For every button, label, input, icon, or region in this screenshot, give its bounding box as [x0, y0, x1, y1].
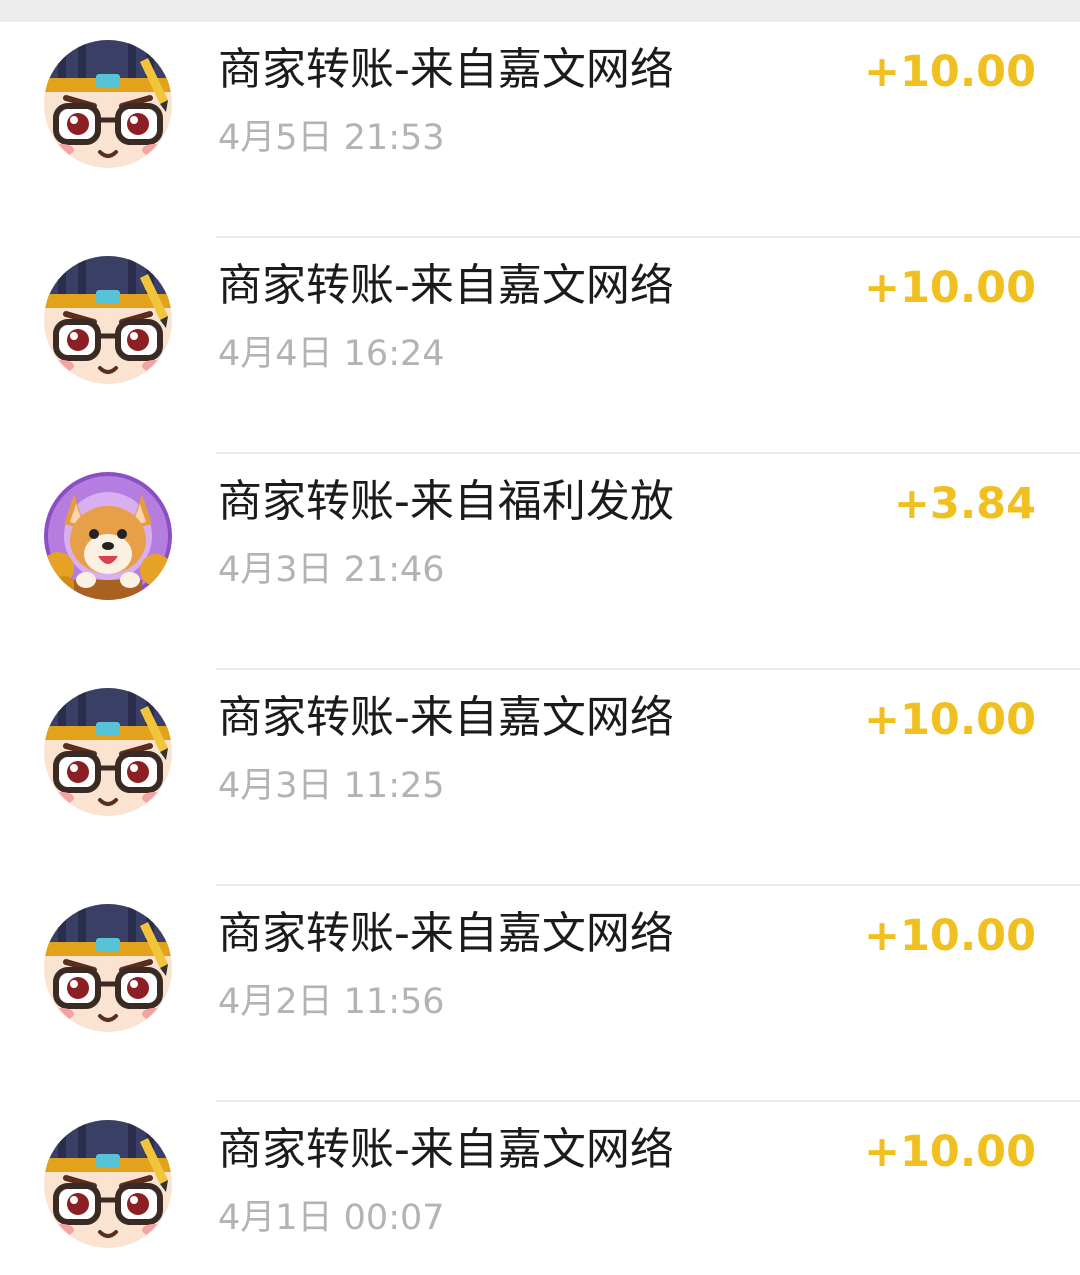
transaction-amount: +10.00	[863, 695, 1036, 745]
cartoon-boy-avatar-icon	[44, 1120, 172, 1248]
transaction-time: 4月4日 16:24	[218, 334, 445, 374]
transaction-list[interactable]: 商家转账-来自嘉文网络 4月5日 21:53 +10.00 商家转账-来自嘉文网…	[0, 22, 1080, 1275]
transaction-row[interactable]: 商家转账-来自福利发放 4月3日 21:46 +3.84	[0, 454, 1080, 670]
transaction-title: 商家转账-来自嘉文网络	[218, 908, 674, 959]
transaction-row[interactable]: 商家转账-来自嘉文网络 4月4日 16:24 +10.00	[0, 238, 1080, 454]
shiba-dog-avatar-icon	[44, 472, 172, 600]
transaction-time: 4月2日 11:56	[218, 982, 445, 1022]
transaction-row[interactable]: 商家转账-来自嘉文网络 4月1日 00:07 +10.00	[0, 1102, 1080, 1275]
transaction-amount: +10.00	[863, 911, 1036, 961]
transaction-amount: +10.00	[863, 263, 1036, 313]
screen: 商家转账-来自嘉文网络 4月5日 21:53 +10.00 商家转账-来自嘉文网…	[0, 0, 1080, 1275]
transaction-row[interactable]: 商家转账-来自嘉文网络 4月3日 11:25 +10.00	[0, 670, 1080, 886]
transaction-amount: +10.00	[863, 1127, 1036, 1177]
transaction-amount: +10.00	[863, 47, 1036, 97]
cartoon-boy-avatar-icon	[44, 40, 172, 168]
cartoon-boy-avatar-icon	[44, 688, 172, 816]
transaction-time: 4月5日 21:53	[218, 118, 445, 158]
transaction-title: 商家转账-来自嘉文网络	[218, 692, 674, 743]
transaction-amount: +3.84	[893, 479, 1036, 529]
transaction-title: 商家转账-来自嘉文网络	[218, 44, 674, 95]
transaction-title: 商家转账-来自嘉文网络	[218, 260, 674, 311]
transaction-time: 4月1日 00:07	[218, 1198, 445, 1238]
transaction-row[interactable]: 商家转账-来自嘉文网络 4月5日 21:53 +10.00	[0, 22, 1080, 238]
transaction-time: 4月3日 21:46	[218, 550, 445, 590]
transaction-time: 4月3日 11:25	[218, 766, 445, 806]
transaction-title: 商家转账-来自福利发放	[218, 476, 674, 527]
cartoon-boy-avatar-icon	[44, 256, 172, 384]
transaction-title: 商家转账-来自嘉文网络	[218, 1124, 674, 1175]
cartoon-boy-avatar-icon	[44, 904, 172, 1032]
transaction-row[interactable]: 商家转账-来自嘉文网络 4月2日 11:56 +10.00	[0, 886, 1080, 1102]
